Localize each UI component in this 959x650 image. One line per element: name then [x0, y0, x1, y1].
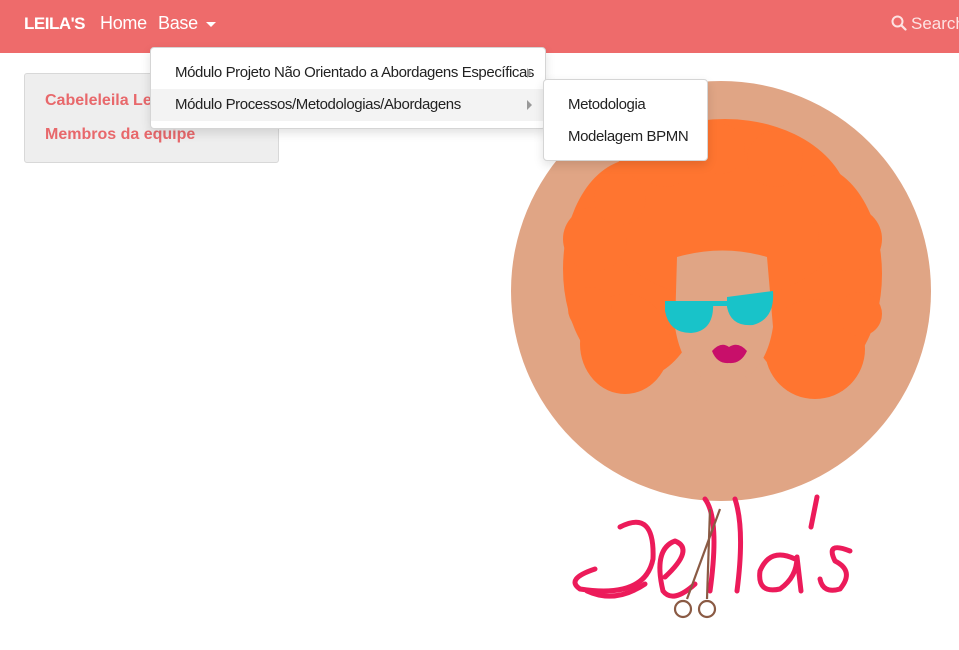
base-dropdown-menu: Módulo Projeto Não Orientado a Abordagen…	[150, 47, 546, 129]
search-label: Search	[911, 14, 959, 33]
nav-home-link[interactable]: Home	[100, 13, 147, 34]
dropdown-item-label: Módulo Processos/Metodologias/Abordagens	[175, 96, 461, 113]
logo-neck	[695, 371, 751, 409]
submenu-item-modelagem-bpmn[interactable]: Modelagem BPMN	[568, 128, 689, 145]
dropdown-item-label: Módulo Projeto Não Orientado a Abordagen…	[175, 64, 535, 81]
processos-submenu: Metodologia Modelagem BPMN	[543, 79, 708, 161]
dropdown-item-projeto[interactable]: Módulo Projeto Não Orientado a Abordagen…	[151, 57, 545, 89]
caret-down-icon	[205, 21, 216, 27]
search-icon	[891, 15, 907, 31]
nav-base-label: Base	[158, 13, 198, 33]
submenu-item-metodologia[interactable]: Metodologia	[568, 96, 646, 113]
brand-logo-text[interactable]: LEILA'S	[24, 14, 86, 34]
navbar: LEILA'S Home Base Search	[0, 0, 959, 53]
search-link[interactable]: Search	[891, 14, 959, 34]
leilas-logo	[511, 81, 931, 619]
logo-script-text	[572, 494, 853, 599]
dropdown-item-processos[interactable]: Módulo Processos/Metodologias/Abordagens	[151, 89, 545, 121]
chevron-right-icon	[527, 100, 532, 110]
chevron-right-icon	[527, 68, 532, 78]
nav-base-dropdown-toggle[interactable]: Base	[158, 13, 216, 34]
